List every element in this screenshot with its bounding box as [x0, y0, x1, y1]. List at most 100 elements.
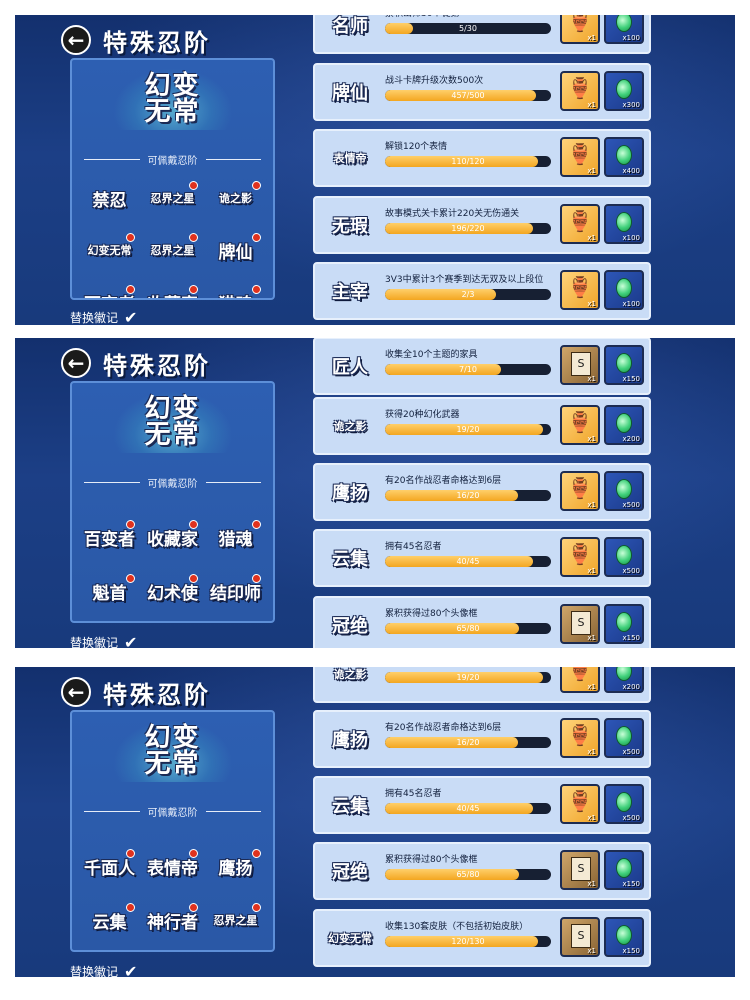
reward-item-2[interactable]: x300 — [604, 71, 644, 111]
wearable-badge[interactable]: 猎魂 — [206, 282, 265, 298]
reward-item-2[interactable]: x500 — [604, 784, 644, 824]
reward-item-1[interactable]: Sx1 — [560, 917, 600, 957]
wearable-badge[interactable]: 鹰扬 — [206, 846, 265, 886]
achievement-badge-label: 诡之影 — [333, 668, 367, 681]
checkmark-icon[interactable]: ✔ — [124, 962, 137, 977]
progress-bar: 457/500 — [385, 90, 551, 101]
reward-item-1[interactable]: 🏺 x1 — [560, 784, 600, 824]
achievement-row: 冠绝 累积获得过80个头像框 65/80 Sx1 x150 — [313, 596, 651, 648]
achievement-badge: 幻变无常 — [319, 919, 381, 957]
wearable-badge[interactable]: 禁忍 — [80, 178, 139, 218]
reward-item-2[interactable]: x200 — [604, 667, 644, 693]
back-arrow-icon[interactable]: ← — [61, 25, 91, 55]
progress-text: 19/20 — [456, 673, 480, 682]
reward-item-1[interactable]: 🏺 x1 — [560, 15, 600, 44]
game-screen-panel: ← 特殊忍阶 幻变 无常 可佩戴忍阶 千面人 表情帝 鹰扬 云集 神行者 忍界之星 替换徽记 ✔ 诡之影… — [15, 667, 735, 977]
jade-icon — [616, 353, 632, 373]
gourd-icon: 🏺 — [567, 15, 593, 33]
reward-item-2[interactable]: x100 — [604, 15, 644, 44]
wearable-badge[interactable]: 百变者 — [80, 517, 139, 557]
reward-item-1[interactable]: 🏺 x1 — [560, 270, 600, 310]
achievement-badge-label: 云集 — [332, 549, 368, 570]
gourd-icon: 🏺 — [567, 410, 593, 434]
reward-item-2[interactable]: x150 — [604, 850, 644, 890]
gourd-icon: 🏺 — [567, 76, 593, 100]
reward-item-1[interactable]: 🏺 x1 — [560, 405, 600, 445]
achievement-row: 鹰扬 有20名作战忍者命格达到6层 16/20 🏺 x1 x500 — [313, 710, 651, 768]
reward-quantity: x150 — [622, 375, 640, 383]
wearable-badge[interactable]: 忍界之星 — [143, 230, 202, 270]
checkmark-icon[interactable]: ✔ — [124, 633, 137, 648]
reward-item-1[interactable]: 🏺 x1 — [560, 137, 600, 177]
reward-quantity: x1 — [587, 748, 596, 756]
progress-text: 120/130 — [451, 937, 485, 946]
equipped-badge-label: 幻变 无常 — [144, 71, 201, 127]
reward-quantity: x1 — [587, 683, 596, 691]
wearable-badge[interactable]: 猎魂 — [206, 517, 265, 557]
reward-item-2[interactable]: x500 — [604, 471, 644, 511]
badge-label: 忍界之星 — [213, 914, 258, 927]
reward-item-1[interactable]: Sx1 — [560, 850, 600, 890]
back-arrow-icon[interactable]: ← — [61, 677, 91, 707]
wearable-badge[interactable]: 忍界之星 — [143, 178, 202, 218]
reward-item-1[interactable]: Sx1 — [560, 604, 600, 644]
wearable-badge[interactable]: 收藏家 — [143, 517, 202, 557]
achievement-row: 无瑕 故事模式关卡累计220关无伤通关 196/220 🏺 x1 x100 — [313, 196, 651, 254]
wearable-badge[interactable]: 魁首 — [80, 571, 139, 611]
progress-text: 16/20 — [456, 738, 480, 747]
reward-quantity: x150 — [622, 634, 640, 642]
back-arrow-icon[interactable]: ← — [61, 348, 91, 378]
notification-dot — [126, 520, 135, 529]
reward-item-1[interactable]: 🏺 x1 — [560, 71, 600, 111]
reward-item-2[interactable]: x100 — [604, 204, 644, 244]
notification-dot — [126, 903, 135, 912]
scroll-icon: S — [571, 857, 591, 881]
progress-text: 19/20 — [456, 425, 480, 434]
reward-item-1[interactable]: 🏺 x1 — [560, 471, 600, 511]
replace-emblem-label: 替换徽记 — [70, 311, 119, 325]
reward-quantity: x300 — [622, 101, 640, 109]
wearable-badge[interactable]: 忍界之星 — [206, 900, 265, 940]
wearable-badge[interactable]: 百变者 — [80, 282, 139, 298]
checkmark-icon[interactable]: ✔ — [124, 308, 137, 325]
reward-item-1[interactable]: 🏺 x1 — [560, 718, 600, 758]
header: ← 特殊忍阶 — [61, 25, 211, 57]
jade-icon — [616, 15, 632, 32]
wearable-badge[interactable]: 幻术使 — [143, 571, 202, 611]
jade-icon — [616, 667, 632, 681]
reward-item-1[interactable]: 🏺 x1 — [560, 537, 600, 577]
reward-quantity: x500 — [622, 567, 640, 575]
badge-label: 魁首 — [92, 583, 127, 604]
wearable-badge[interactable]: 云集 — [80, 900, 139, 940]
reward-item-2[interactable]: x100 — [604, 270, 644, 310]
reward-item-1[interactable]: Sx1 — [560, 345, 600, 385]
replace-emblem-toggle[interactable]: 替换徽记 ✔ — [70, 633, 137, 648]
reward-item-2[interactable]: x400 — [604, 137, 644, 177]
wearable-badge[interactable]: 幻变无常 — [80, 230, 139, 270]
reward-quantity: x1 — [587, 947, 596, 955]
reward-quantity: x1 — [587, 34, 596, 42]
wearable-badge[interactable]: 收藏家 — [143, 282, 202, 298]
wearable-badge[interactable]: 千面人 — [80, 846, 139, 886]
replace-emblem-toggle[interactable]: 替换徽记 ✔ — [70, 962, 137, 977]
reward-item-2[interactable]: x200 — [604, 405, 644, 445]
wearable-badge[interactable]: 表情帝 — [143, 846, 202, 886]
reward-item-2[interactable]: x500 — [604, 537, 644, 577]
achievement-description: 解锁120个表情 — [385, 142, 448, 152]
reward-item-2[interactable]: x500 — [604, 718, 644, 758]
wearable-badge-grid: 禁忍忍界之星诡之影幻变无常忍界之星牌仙百变者收藏家猎魂 — [80, 178, 265, 298]
progress-bar: 120/130 — [385, 936, 551, 947]
wearable-badge[interactable]: 诡之影 — [206, 178, 265, 218]
achievement-description: 累积获得过80个头像框 — [385, 855, 478, 865]
reward-item-2[interactable]: x150 — [604, 604, 644, 644]
reward-item-2[interactable]: x150 — [604, 345, 644, 385]
reward-item-1[interactable]: 🏺 x1 — [560, 667, 600, 693]
reward-item-2[interactable]: x150 — [604, 917, 644, 957]
wearable-badge[interactable]: 结印师 — [206, 571, 265, 611]
reward-item-1[interactable]: 🏺 x1 — [560, 204, 600, 244]
wearable-badge[interactable]: 神行者 — [143, 900, 202, 940]
reward-quantity: x1 — [587, 567, 596, 575]
progress-bar: 7/10 — [385, 364, 551, 375]
replace-emblem-toggle[interactable]: 替换徽记 ✔ — [70, 308, 137, 325]
wearable-badge[interactable]: 牌仙 — [206, 230, 265, 270]
